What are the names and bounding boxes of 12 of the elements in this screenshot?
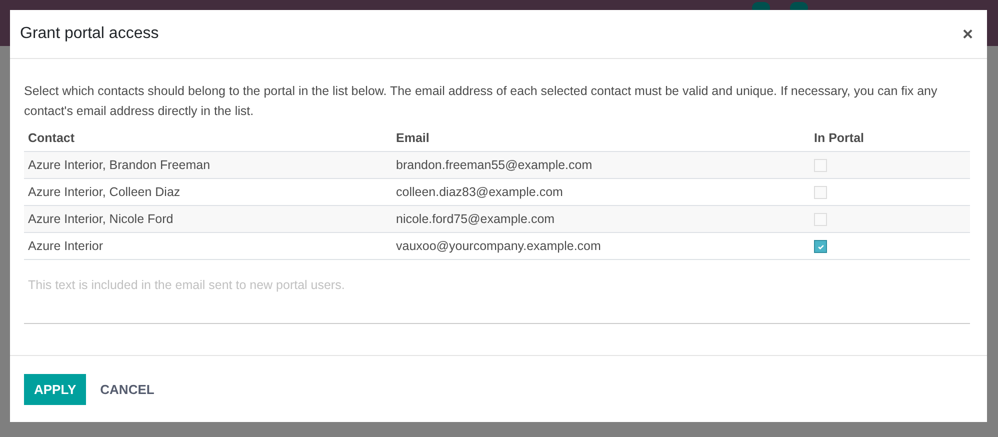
dialog-title: Grant portal access: [20, 25, 160, 43]
table-cell: Azure Interior, Nicole Ford: [24, 206, 392, 232]
table-cell: Azure Interior: [24, 232, 392, 260]
close-button[interactable]: ×: [958, 24, 977, 44]
table-cell: vauxoo@yourcompany.example.com: [392, 232, 810, 260]
cancel-button[interactable]: CANCEL: [90, 374, 164, 404]
intro-text: Select which contacts should belong to the portal in the list below. The email address of each selected contact must be valid and unique. If necessary, you can fix any contact's email address directly in the list.: [24, 83, 938, 120]
check-icon: [816, 242, 824, 251]
table-cell: nicole.ford75@example.com: [392, 206, 810, 232]
table-cell: Azure Interior, Brandon Freeman: [24, 152, 392, 178]
checkbox[interactable]: [814, 240, 827, 254]
table-cell: brandon.freeman55@example.com: [392, 152, 810, 178]
